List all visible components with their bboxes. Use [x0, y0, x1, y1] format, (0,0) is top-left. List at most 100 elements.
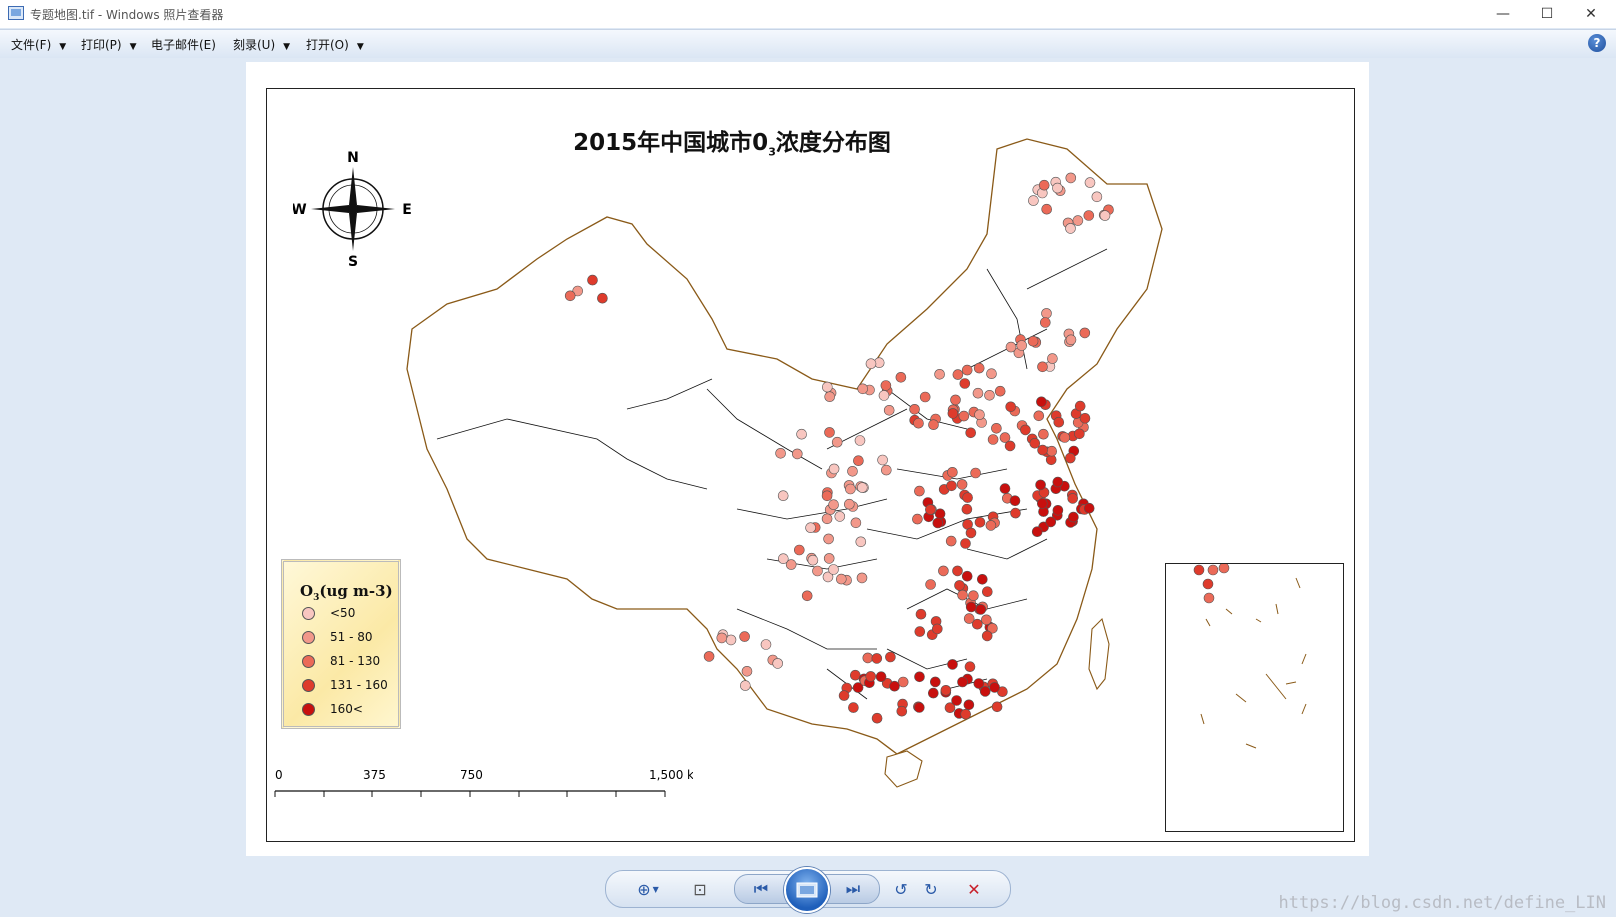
- city-point: [1031, 526, 1043, 538]
- chevron-down-icon: ▼: [356, 42, 364, 52]
- city-point: [1091, 191, 1103, 203]
- city-point: [1036, 396, 1047, 408]
- city-point: [925, 504, 936, 515]
- rotate-cw-button[interactable]: ↻: [918, 877, 944, 901]
- map-title-main: 2015年中国城市0: [573, 130, 769, 156]
- city-point: [1068, 511, 1079, 523]
- city-point: [716, 632, 728, 644]
- city-point: [796, 428, 807, 440]
- slideshow-icon: [796, 882, 818, 898]
- city-point: [857, 383, 869, 395]
- city-point: [987, 434, 999, 445]
- close-button[interactable]: ✕: [1568, 0, 1614, 28]
- city-point: [934, 368, 945, 380]
- city-point: [1038, 428, 1049, 440]
- city-point: [1046, 445, 1058, 457]
- legend-swatch: [302, 606, 315, 620]
- city-point: [703, 651, 715, 662]
- city-point: [965, 601, 977, 613]
- menu-file[interactable]: 文件(F) ▼: [11, 36, 66, 53]
- city-point: [1041, 203, 1053, 215]
- city-point: [828, 499, 839, 511]
- city-point: [865, 358, 877, 370]
- city-point: [974, 409, 985, 421]
- city-point: [1037, 361, 1048, 373]
- city-point: [828, 463, 840, 475]
- city-point: [947, 659, 958, 670]
- city-point: [1065, 223, 1076, 234]
- city-point: [850, 517, 862, 529]
- city-point: [929, 676, 941, 688]
- menu-burn-label: 刻录(U): [233, 38, 276, 52]
- city-point: [1045, 516, 1057, 528]
- legend-swatch: [302, 702, 315, 716]
- scale-label: 1,500: [649, 768, 683, 782]
- city-point: [871, 653, 883, 664]
- legend-title: O3(ug m-3): [300, 582, 393, 603]
- compass-n: N: [347, 150, 359, 166]
- menu-file-label: 文件(F): [11, 38, 52, 52]
- city-point: [952, 369, 964, 380]
- city-point: [793, 544, 805, 556]
- city-point: [821, 490, 833, 502]
- city-point: [945, 535, 957, 547]
- city-point: [1029, 437, 1041, 449]
- city-point: [889, 680, 900, 692]
- city-point: [973, 362, 985, 374]
- city-point: [597, 292, 608, 304]
- city-point: [878, 390, 890, 401]
- chevron-down-icon: ▼: [59, 42, 67, 52]
- legend-title-end: (ug m-3): [319, 582, 393, 600]
- city-point: [828, 564, 839, 575]
- city-point: [1052, 182, 1063, 194]
- city-point: [856, 482, 868, 493]
- compass-e: E: [402, 202, 412, 218]
- next-icon: ⏭: [845, 879, 861, 898]
- menu-email[interactable]: 电子邮件(E): [151, 36, 216, 53]
- city-point: [932, 517, 944, 529]
- city-point: [1074, 428, 1085, 440]
- fit-window-button[interactable]: ⊡: [686, 877, 714, 901]
- city-point: [1005, 401, 1017, 413]
- city-point: [989, 682, 1000, 693]
- city-point: [760, 639, 772, 650]
- menu-open[interactable]: 打开(O) ▼: [306, 36, 364, 53]
- city-point: [564, 290, 576, 302]
- legend-label: <50: [330, 606, 356, 620]
- city-point: [1004, 440, 1016, 452]
- city-point: [1064, 452, 1076, 464]
- compass-s: S: [348, 254, 358, 269]
- city-point: [1079, 327, 1091, 339]
- previous-button[interactable]: ⏮: [747, 877, 775, 901]
- city-point: [965, 427, 977, 439]
- rotate-ccw-button[interactable]: ↺: [888, 877, 914, 901]
- city-point: [883, 404, 895, 416]
- window-title: 专题地图.tif - Windows 照片查看器: [30, 8, 224, 22]
- city-point: [961, 364, 973, 376]
- zoom-button[interactable]: ⊕ ▼: [630, 877, 666, 901]
- city-point: [801, 590, 813, 602]
- city-point: [927, 687, 939, 699]
- city-point: [986, 368, 997, 380]
- city-point: [962, 492, 973, 503]
- menu-print[interactable]: 打印(P) ▼: [81, 36, 137, 53]
- menu-open-label: 打开(O): [306, 38, 349, 52]
- city-point: [928, 419, 939, 431]
- menu-burn[interactable]: 刻录(U) ▼: [233, 36, 290, 53]
- city-point: [973, 678, 985, 689]
- legend-label: 160<: [330, 702, 363, 716]
- city-point: [1033, 410, 1045, 422]
- slideshow-button[interactable]: [784, 867, 830, 913]
- delete-button[interactable]: ✕: [960, 877, 988, 901]
- city-point: [1035, 479, 1046, 491]
- city-point: [1020, 424, 1031, 436]
- city-point: [925, 579, 936, 590]
- city-point: [823, 533, 834, 545]
- zoom-icon: ⊕: [637, 879, 651, 899]
- next-button[interactable]: ⏭: [839, 877, 867, 901]
- maximize-button[interactable]: ☐: [1524, 0, 1570, 28]
- minimize-button[interactable]: —: [1480, 0, 1526, 28]
- city-point: [854, 435, 866, 446]
- help-icon[interactable]: ?: [1588, 34, 1606, 52]
- title-bar: 专题地图.tif - Windows 照片查看器 — ☐ ✕: [0, 0, 1616, 28]
